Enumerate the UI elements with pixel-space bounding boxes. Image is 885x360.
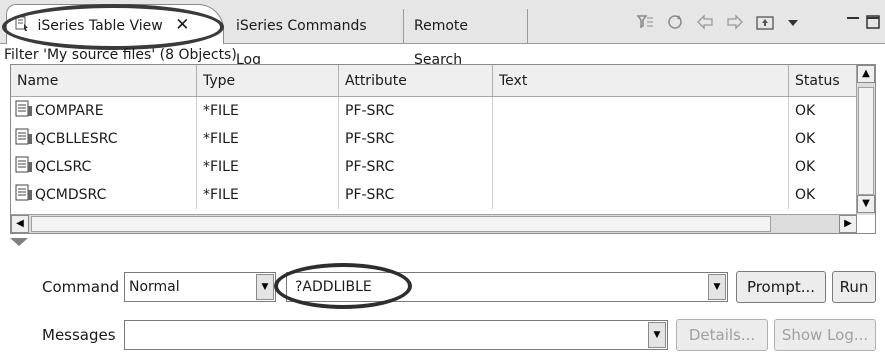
source-file-icon	[15, 100, 32, 117]
source-file-icon	[15, 156, 32, 173]
tab-label: iSeries Commands Log	[236, 18, 367, 68]
cell-name: QCBLLESRC	[11, 125, 197, 153]
cell-status: OK	[789, 97, 857, 125]
table-row[interactable]: COMPARE *FILE PF-SRC OK	[11, 97, 857, 125]
cell-type: *FILE	[197, 125, 339, 153]
tab-label: iSeries Table View	[37, 18, 163, 34]
cell-name: QCMDSRC	[11, 181, 197, 209]
cell-type: *FILE	[197, 181, 339, 209]
table-view-icon	[15, 16, 28, 31]
cell-name: QCLSRC	[11, 153, 197, 181]
tab-iseries-commands-log[interactable]: iSeries Commands Log	[228, 9, 404, 68]
cell-text	[493, 125, 789, 153]
scroll-down-icon[interactable]: ▼	[857, 195, 875, 213]
cell-status: OK	[789, 153, 857, 181]
refresh-icon[interactable]	[664, 12, 686, 34]
close-icon[interactable]: ✕	[175, 15, 189, 35]
view-tab-bar: iSeries Table View ✕ iSeries Commands Lo…	[0, 0, 885, 68]
cell-text	[493, 97, 789, 125]
maximize-icon[interactable]	[862, 12, 884, 34]
table-row[interactable]: QCBLLESRC *FILE PF-SRC OK	[11, 125, 857, 153]
minimize-icon[interactable]	[842, 12, 864, 34]
cell-type: *FILE	[197, 153, 339, 181]
file-name: QCBLLESRC	[35, 131, 118, 147]
cell-status: OK	[789, 125, 857, 153]
view-menu-icon[interactable]	[782, 12, 804, 34]
cell-attribute: PF-SRC	[339, 97, 493, 125]
chevron-down-icon[interactable]: ▼	[648, 322, 666, 348]
vertical-scrollbar[interactable]: ▲ ▼	[856, 65, 875, 215]
vertical-scroll-thumb[interactable]	[858, 87, 874, 195]
command-mode-value: Normal	[129, 279, 180, 295]
objects-table[interactable]: Name Type Attribute Text Status COMPARE …	[10, 64, 876, 234]
run-button[interactable]: Run	[832, 271, 876, 303]
scroll-left-icon[interactable]: ◀	[11, 215, 29, 233]
iseries-table-view-window: iSeries Table View ✕ iSeries Commands Lo…	[0, 0, 885, 360]
column-header-attribute[interactable]: Attribute	[339, 65, 493, 97]
source-file-icon	[15, 184, 32, 201]
column-header-name[interactable]: Name	[11, 65, 197, 97]
collapse-arrow-icon[interactable]	[10, 238, 28, 246]
messages-label: Messages	[42, 326, 116, 344]
table-row[interactable]: QCMDSRC *FILE PF-SRC OK	[11, 181, 857, 209]
messages-select[interactable]: ▼	[124, 320, 668, 350]
cell-status: OK	[789, 181, 857, 209]
cell-name: COMPARE	[11, 97, 197, 125]
chevron-down-icon[interactable]: ▼	[708, 274, 726, 300]
source-file-icon	[15, 128, 32, 145]
horizontal-scrollbar[interactable]: ◀ ▶	[11, 214, 857, 233]
tab-label: Remote Search	[414, 18, 469, 68]
file-name: QCMDSRC	[35, 187, 107, 203]
chevron-down-icon[interactable]: ▼	[256, 274, 274, 300]
command-label: Command	[42, 278, 120, 296]
command-mode-select[interactable]: Normal ▼	[124, 272, 276, 302]
scroll-up-icon[interactable]: ▲	[857, 65, 875, 83]
filter-label: Filter 'My source files' (8 Objects)	[4, 47, 237, 63]
forward-arrow-icon[interactable]	[724, 12, 746, 34]
tab-remote-search[interactable]: Remote Search	[406, 9, 528, 68]
scroll-right-icon[interactable]: ▶	[839, 215, 857, 233]
cell-type: *FILE	[197, 97, 339, 125]
cell-text	[493, 181, 789, 209]
up-folder-icon[interactable]	[754, 12, 776, 34]
file-name: QCLSRC	[35, 159, 92, 175]
cell-attribute: PF-SRC	[339, 181, 493, 209]
column-header-text[interactable]: Text	[493, 65, 789, 97]
command-input-value: ?ADDLIBLE	[295, 279, 372, 295]
prompt-button[interactable]: Prompt...	[736, 271, 826, 303]
cell-attribute: PF-SRC	[339, 125, 493, 153]
show-log-button[interactable]: Show Log...	[774, 319, 876, 351]
command-input[interactable]: ?ADDLIBLE ▼	[286, 272, 728, 302]
details-button[interactable]: Details...	[676, 319, 768, 351]
filter-icon[interactable]	[634, 12, 656, 34]
column-header-status[interactable]: Status	[789, 65, 857, 97]
back-arrow-icon[interactable]	[694, 12, 716, 34]
horizontal-scroll-thumb[interactable]	[31, 216, 771, 232]
tab-iseries-table-view[interactable]: iSeries Table View ✕	[6, 4, 224, 44]
table-header: Name Type Attribute Text Status	[11, 65, 857, 97]
cell-attribute: PF-SRC	[339, 153, 493, 181]
table-row[interactable]: QCLSRC *FILE PF-SRC OK	[11, 153, 857, 181]
column-header-type[interactable]: Type	[197, 65, 339, 97]
file-name: COMPARE	[35, 103, 104, 119]
cell-text	[493, 153, 789, 181]
